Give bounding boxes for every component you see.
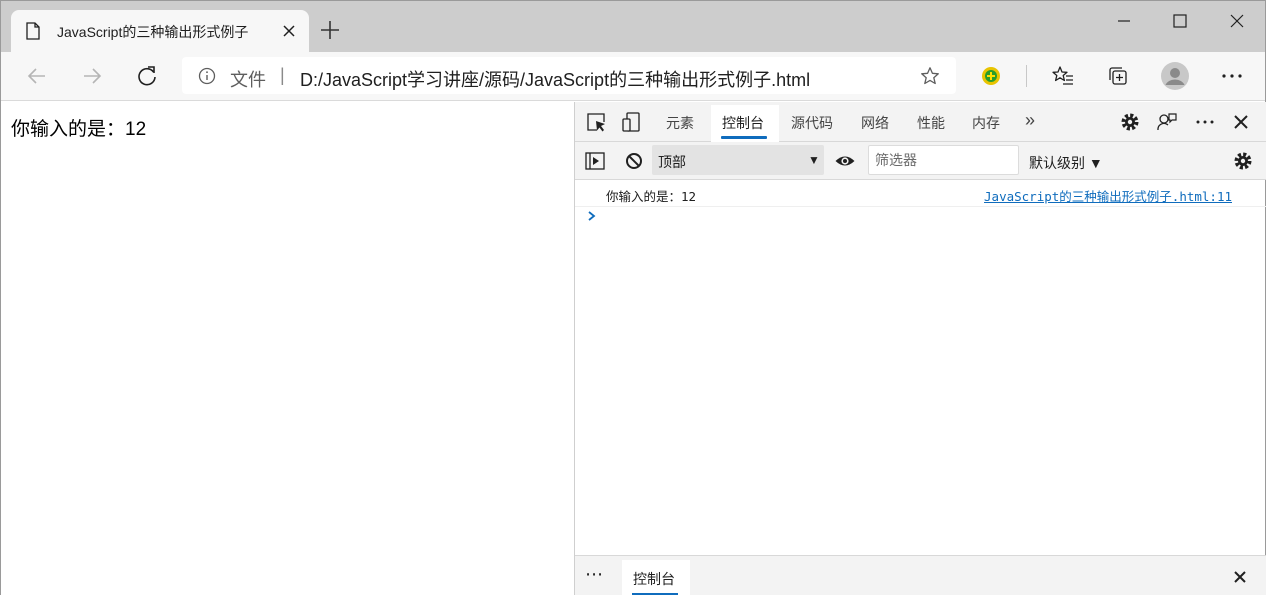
context-selector[interactable]: 顶部 ▼ <box>652 145 824 175</box>
tab-elements[interactable]: 元素 <box>666 113 694 133</box>
devtools-tabbar: 元素 控制台 源代码 网络 性能 内存 » <box>575 102 1266 142</box>
eye-icon[interactable] <box>834 150 856 172</box>
page-content: 你输入的是：12 <box>1 102 574 595</box>
inspect-element-icon[interactable] <box>585 111 607 133</box>
collections-icon[interactable] <box>1106 64 1130 88</box>
context-selector-label: 顶部 <box>658 154 686 170</box>
new-tab-icon[interactable] <box>319 19 341 41</box>
tab-memory[interactable]: 内存 <box>972 113 1000 133</box>
tab-network[interactable]: 网络 <box>861 113 889 133</box>
toolbar-divider <box>1026 65 1027 87</box>
browser-toolbar: 文件 | D:/JavaScript学习讲座/源码/JavaScript的三种输… <box>1 52 1265 101</box>
browser-tab[interactable]: JavaScript的三种输出形式例子 <box>11 10 309 52</box>
devtools-drawer: ⋯ 控制台 <box>575 555 1266 595</box>
back-arrow-icon[interactable] <box>25 64 49 88</box>
clear-console-icon[interactable] <box>623 150 645 172</box>
devtools-panel: 元素 控制台 源代码 网络 性能 内存 » 顶部 ▼ 筛选器 默认级别 ▼ 你输… <box>574 102 1266 595</box>
chevron-down-icon: ▼ <box>808 153 820 167</box>
drawer-more-button[interactable]: ⋯ <box>585 564 604 585</box>
profile-icon[interactable] <box>1161 62 1189 90</box>
favorites-icon[interactable] <box>1051 64 1075 88</box>
tab-console[interactable]: 控制台 <box>722 113 764 133</box>
forward-arrow-icon[interactable] <box>80 64 104 88</box>
star-icon[interactable] <box>920 66 940 86</box>
address-separator: | <box>280 65 285 85</box>
devtools-more-icon[interactable] <box>1194 111 1216 133</box>
page-icon <box>26 22 40 40</box>
console-toolbar: 顶部 ▼ 默认级别 ▼ <box>575 142 1266 180</box>
close-tab-icon[interactable] <box>281 23 297 39</box>
settings-gear-icon[interactable] <box>1119 111 1141 133</box>
active-tab-indicator <box>721 136 767 139</box>
tab-strip: JavaScript的三种输出形式例子 <box>1 1 1265 52</box>
address-scheme-label: 文件 <box>230 70 266 90</box>
close-drawer-icon[interactable] <box>1232 569 1248 585</box>
console-message-text: 你输入的是：12 <box>606 189 697 204</box>
page-output-text: 你输入的是：12 <box>11 119 147 140</box>
info-icon[interactable] <box>198 67 216 85</box>
log-levels-dropdown[interactable]: 默认级别 ▼ <box>1029 153 1103 173</box>
tab-performance[interactable]: 性能 <box>917 113 945 133</box>
drawer-tab-console[interactable]: 控制台 <box>633 569 675 589</box>
maximize-icon[interactable] <box>1168 9 1192 33</box>
console-message-source-link[interactable]: JavaScript的三种输出形式例子.html:11 <box>984 186 1232 205</box>
console-settings-icon[interactable] <box>1232 150 1254 172</box>
address-bar[interactable]: 文件 | D:/JavaScript学习讲座/源码/JavaScript的三种输… <box>182 57 956 94</box>
tab-sources[interactable]: 源代码 <box>791 113 833 133</box>
close-window-icon[interactable] <box>1225 9 1249 33</box>
tab-title: JavaScript的三种输出形式例子 <box>57 24 249 40</box>
more-icon[interactable] <box>1220 64 1244 88</box>
feedback-icon[interactable] <box>1156 111 1178 133</box>
refresh-icon[interactable] <box>135 64 159 88</box>
browser-window: JavaScript的三种输出形式例子 文件 | D:/JavaScript学习… <box>0 0 1266 595</box>
console-filter-input[interactable] <box>868 145 1019 175</box>
close-devtools-icon[interactable] <box>1231 112 1251 132</box>
address-url[interactable]: D:/JavaScript学习讲座/源码/JavaScript的三种输出形式例子… <box>300 66 810 92</box>
extension-icon[interactable] <box>979 64 1003 88</box>
console-message: 你输入的是：12 JavaScript的三种输出形式例子.html:11 <box>575 180 1266 207</box>
console-prompt-chevron-icon[interactable] <box>585 209 599 223</box>
sidebar-toggle-icon[interactable] <box>584 150 606 172</box>
minimize-icon[interactable] <box>1112 9 1136 33</box>
device-emulation-icon[interactable] <box>621 111 643 133</box>
more-tabs-button[interactable]: » <box>1025 110 1035 131</box>
